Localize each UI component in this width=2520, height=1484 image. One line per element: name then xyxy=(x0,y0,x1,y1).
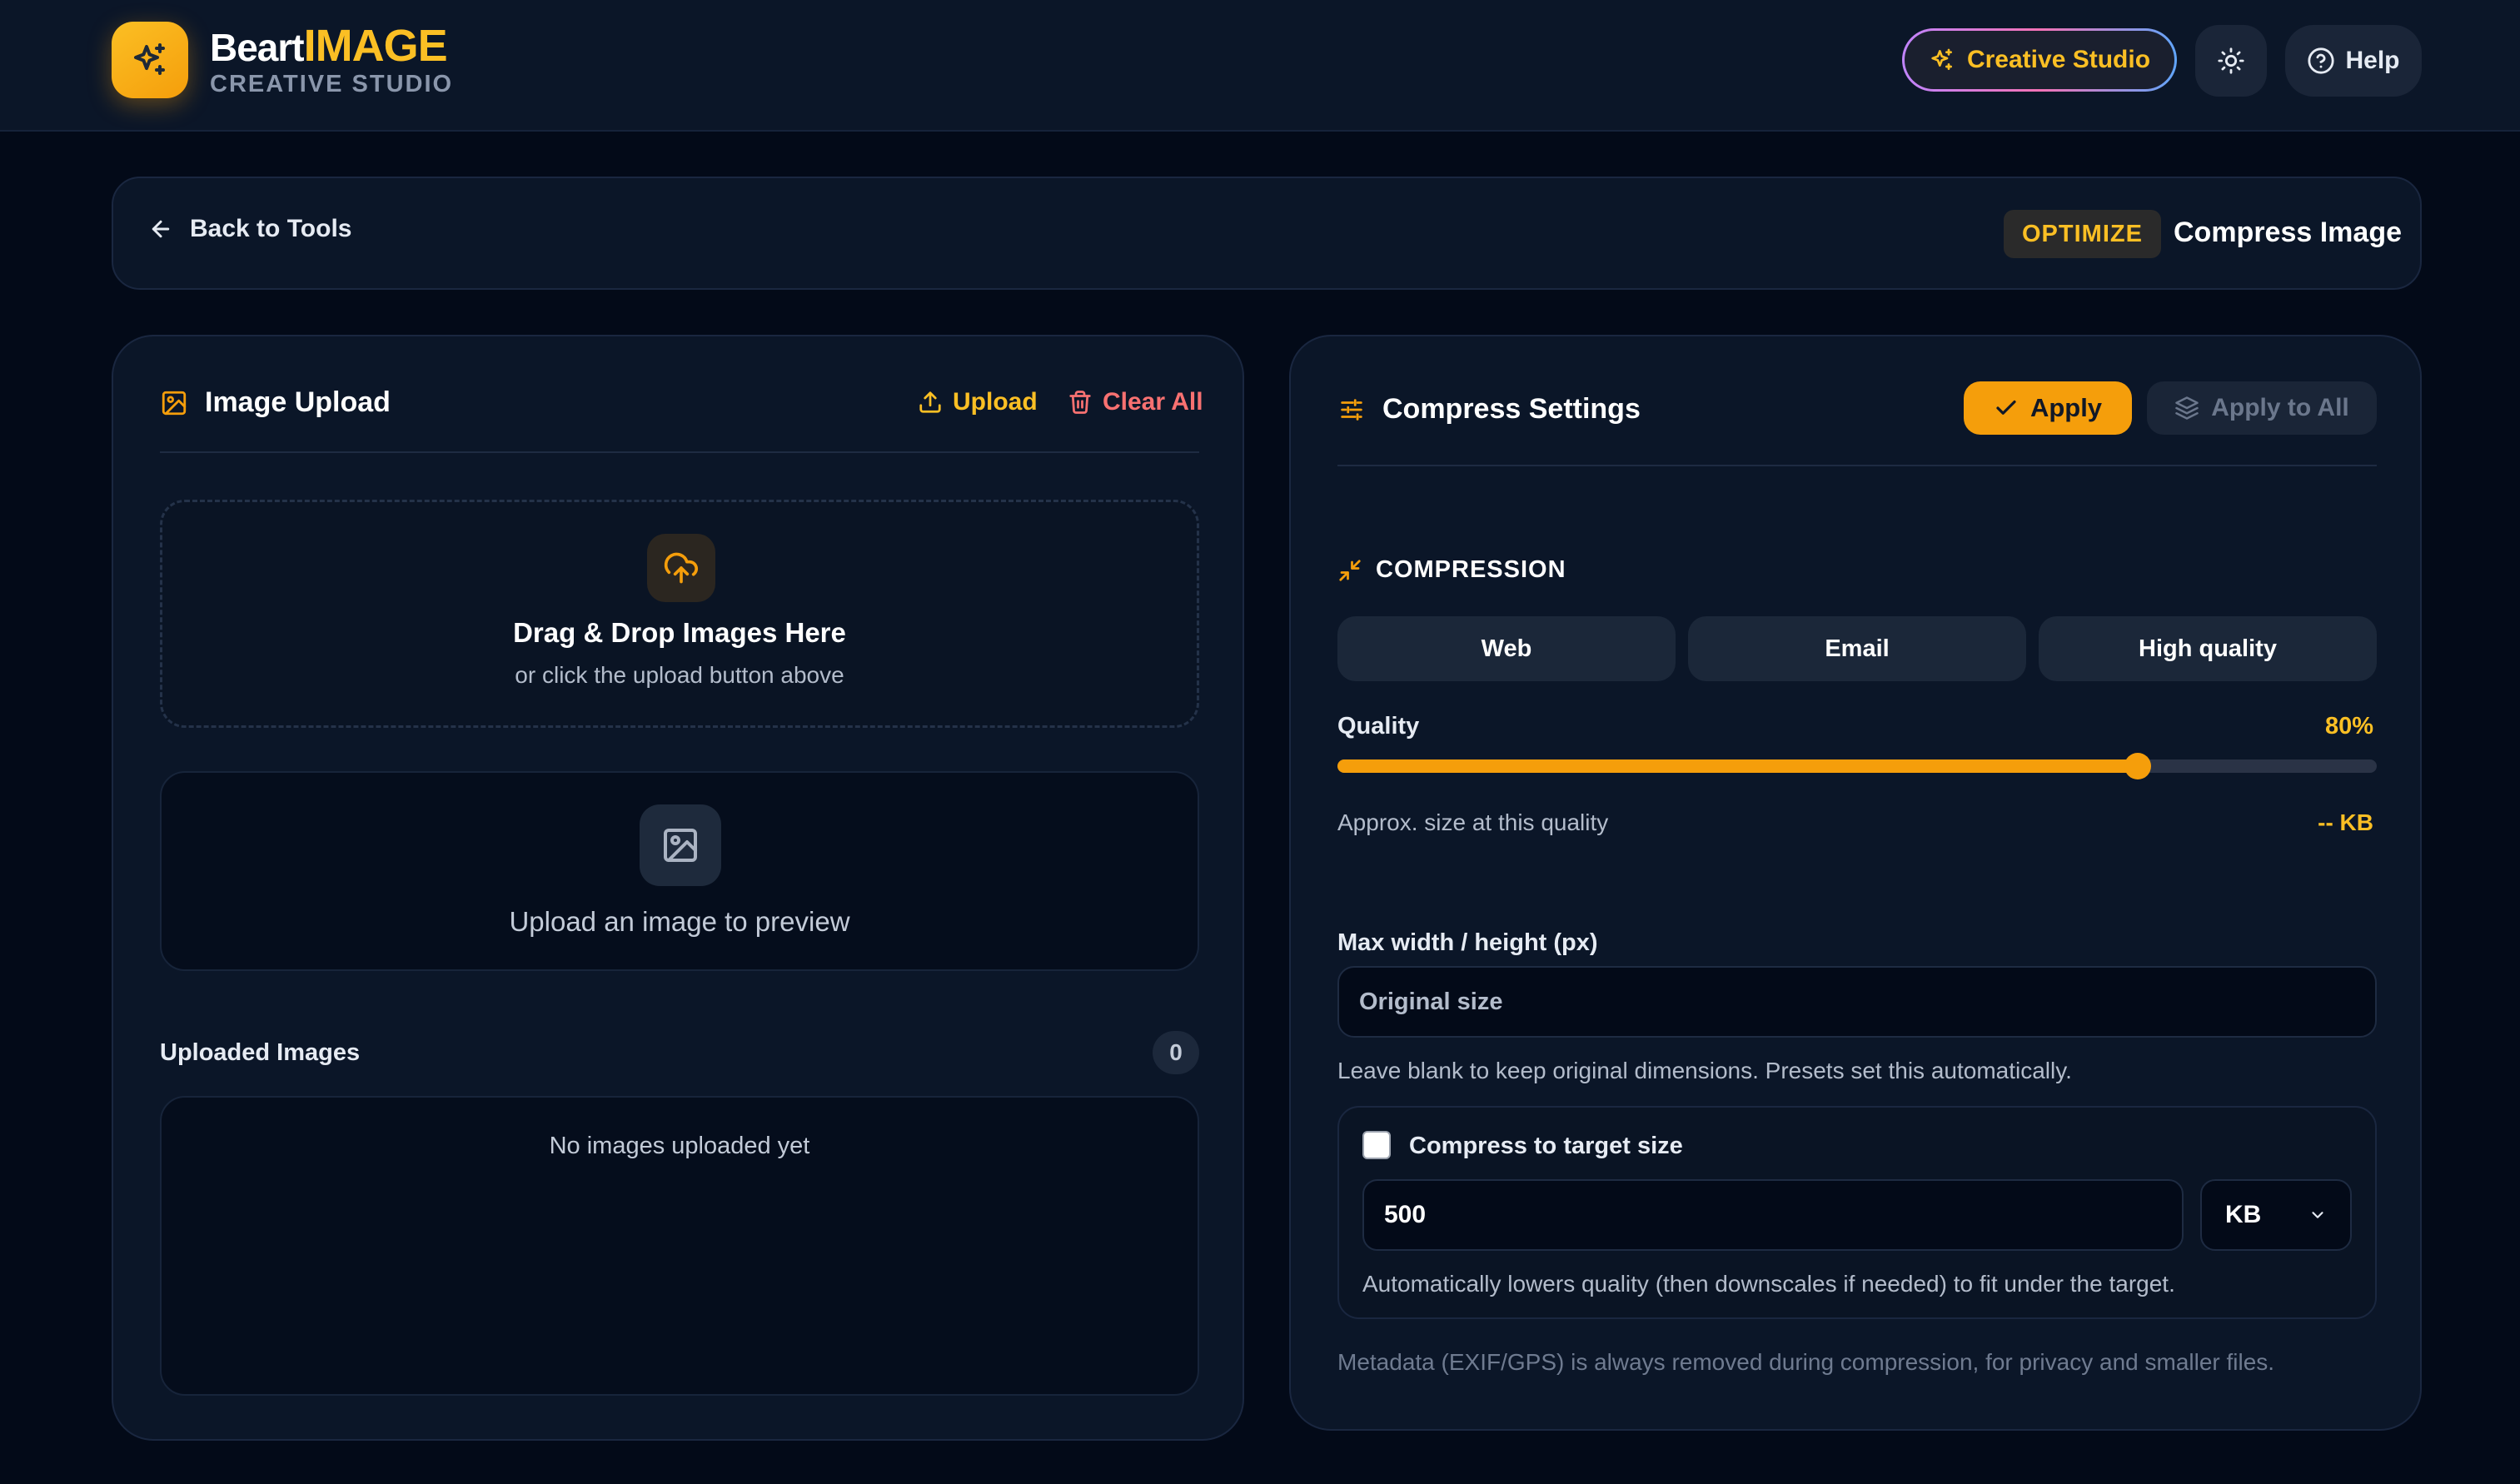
uploaded-count-badge: 0 xyxy=(1153,1031,1199,1074)
creative-studio-label: Creative Studio xyxy=(1966,46,2151,73)
sparkle-icon xyxy=(134,43,165,75)
empty-list-message: No images uploaded yet xyxy=(549,1133,810,1159)
tool-nav-bar: Back to Tools OPTIMIZE Compress Image xyxy=(112,177,2422,290)
quality-label: Quality xyxy=(1337,713,1420,740)
max-dimension-input[interactable] xyxy=(1337,966,2377,1038)
clear-all-button[interactable]: Clear All xyxy=(1068,388,1203,416)
apply-button[interactable]: Apply xyxy=(1964,381,2132,435)
image-icon xyxy=(162,391,187,415)
upload-panel-header: Image Upload xyxy=(160,386,391,419)
help-label: Help xyxy=(2345,47,2400,74)
chevron-down-icon xyxy=(2312,1212,2323,1218)
preset-email-button[interactable]: Email xyxy=(1688,616,2026,681)
help-circle-icon xyxy=(2308,47,2335,74)
target-size-box: Compress to target size KB Automatically… xyxy=(1337,1106,2377,1319)
preset-high-quality-button[interactable]: High quality xyxy=(2039,616,2377,681)
cloud-upload-icon xyxy=(664,552,698,584)
apply-to-all-button[interactable]: Apply to All xyxy=(2147,381,2377,435)
quality-slider-thumb[interactable] xyxy=(2124,753,2151,779)
top-bar: BeartIMAGE CREATIVE STUDIO Creative Stud… xyxy=(0,0,2520,132)
upload-label: Upload xyxy=(953,388,1038,416)
cloud-upload-icon-box xyxy=(647,534,715,602)
image-placeholder-icon xyxy=(664,829,697,862)
brand-name-part1: Beart xyxy=(210,26,305,69)
back-to-tools-link[interactable]: Back to Tools xyxy=(148,215,351,243)
drop-zone[interactable]: Drag & Drop Images Here or click the upl… xyxy=(160,500,1199,728)
quality-value: 80% xyxy=(2324,713,2373,740)
preview-placeholder-text: Upload an image to preview xyxy=(509,906,850,937)
brand-subtitle: CREATIVE STUDIO xyxy=(210,71,454,97)
compression-section-title: COMPRESSION xyxy=(1376,556,1566,583)
arrow-left-icon xyxy=(152,220,170,238)
creative-studio-button-inner: Creative Studio xyxy=(1905,31,2174,89)
settings-panel-title: Compress Settings xyxy=(1382,393,1641,425)
target-size-label: Compress to target size xyxy=(1409,1133,1683,1159)
drop-zone-title: Drag & Drop Images Here xyxy=(513,617,846,648)
target-size-input[interactable] xyxy=(1362,1179,2184,1251)
check-icon xyxy=(1996,400,2016,415)
max-dimension-help: Leave blank to keep original dimensions.… xyxy=(1337,1058,2072,1083)
category-badge: OPTIMIZE xyxy=(2004,210,2161,258)
target-size-help: Automatically lowers quality (then downs… xyxy=(1362,1271,2175,1297)
quality-slider-fill xyxy=(1337,759,2138,773)
uploaded-images-list: No images uploaded yet xyxy=(160,1096,1199,1396)
target-unit-select[interactable]: KB xyxy=(2200,1179,2352,1251)
apply-to-all-label: Apply to All xyxy=(2211,394,2349,421)
apply-label: Apply xyxy=(2029,393,2103,422)
image-upload-panel: Image Upload Upload Clear All Drag & Dro… xyxy=(112,335,1244,1441)
trash-icon xyxy=(1069,391,1091,414)
clear-all-label: Clear All xyxy=(1103,388,1203,416)
max-dimension-label: Max width / height (px) xyxy=(1337,929,1598,956)
help-button[interactable]: Help xyxy=(2285,25,2422,97)
creative-studio-button[interactable]: Creative Studio xyxy=(1902,28,2177,92)
preview-icon-box xyxy=(640,804,721,886)
upload-panel-title: Image Upload xyxy=(205,386,391,418)
approx-size-label: Approx. size at this quality xyxy=(1337,809,1609,835)
theme-toggle-button[interactable] xyxy=(2195,25,2267,97)
compress-settings-panel: Compress Settings Apply Apply to All COM… xyxy=(1289,335,2422,1431)
tool-title: Compress Image xyxy=(2174,217,2402,248)
drop-zone-subtitle: or click the upload button above xyxy=(515,662,844,688)
upload-button[interactable]: Upload xyxy=(918,388,1038,416)
sun-icon xyxy=(2218,47,2244,74)
quality-slider[interactable] xyxy=(1337,753,2377,779)
target-size-checkbox[interactable] xyxy=(1362,1131,1391,1159)
uploaded-images-label: Uploaded Images xyxy=(160,1039,361,1066)
back-to-tools-label: Back to Tools xyxy=(190,215,352,242)
upload-icon xyxy=(919,391,941,413)
app-logo[interactable] xyxy=(112,22,188,98)
settings-panel-divider xyxy=(1337,465,2377,466)
layers-icon xyxy=(2175,396,2199,420)
brand-name-part2: IMAGE xyxy=(303,21,448,71)
brand-name: BeartIMAGE xyxy=(210,22,453,72)
metadata-note: Metadata (EXIF/GPS) is always removed du… xyxy=(1337,1349,2275,1375)
compression-section-header: COMPRESSION xyxy=(1337,556,1566,584)
preset-web-button[interactable]: Web xyxy=(1337,616,1676,681)
brand: BeartIMAGE CREATIVE STUDIO xyxy=(210,22,453,97)
image-preview-area: Upload an image to preview xyxy=(160,771,1199,971)
upload-panel-divider xyxy=(160,451,1199,453)
sparkles-icon xyxy=(1931,48,1952,70)
approx-size-value: -- KB xyxy=(2318,809,2373,835)
settings-panel-header: Compress Settings xyxy=(1337,393,1641,426)
target-unit-value: KB xyxy=(2225,1201,2262,1228)
sliders-icon xyxy=(1341,398,1362,421)
minimize-arrows-icon xyxy=(1339,559,1361,581)
